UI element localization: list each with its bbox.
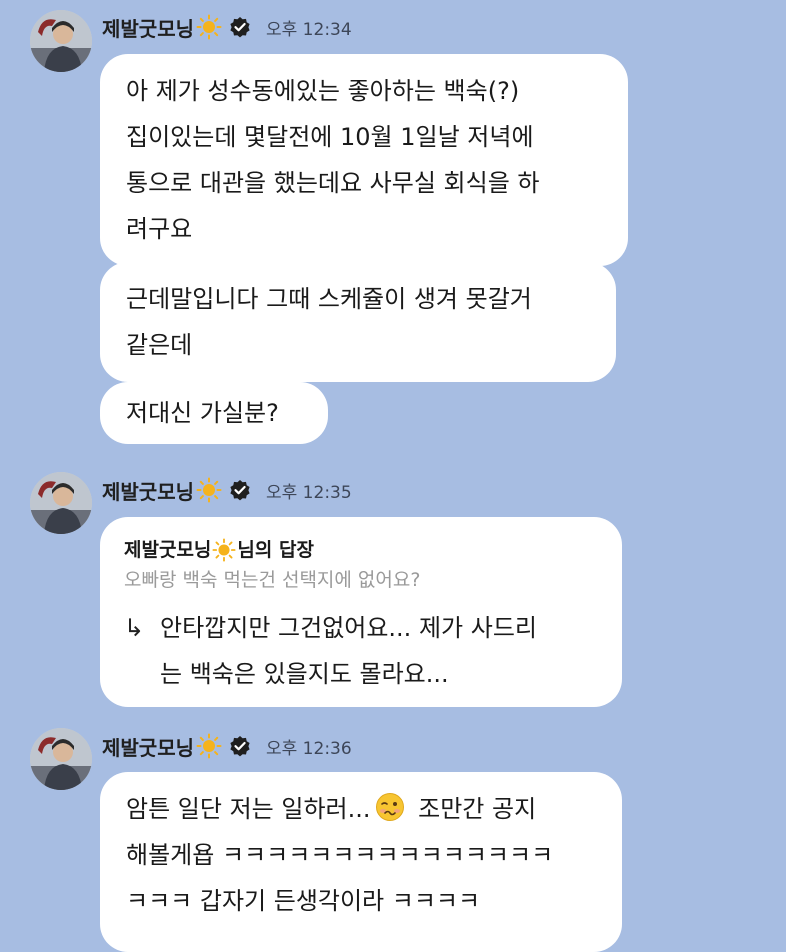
- profile-photo-icon: [30, 728, 92, 790]
- message-text-line: 안타깝지만 그건없어요... 제가 사드리: [160, 614, 537, 642]
- message-header: 제발굿모닝 오후 12:34: [102, 12, 352, 42]
- message-text-line: 려구요: [126, 215, 193, 243]
- message-text-segment: 암튼 일단 저는 일하러...: [126, 795, 371, 823]
- message-header: 제발굿모닝 오후 12:36: [102, 731, 352, 761]
- message-time: 오후 12:34: [266, 19, 352, 40]
- profile-photo-icon: [30, 472, 92, 534]
- sender-name[interactable]: 제발굿모닝: [102, 13, 194, 42]
- avatar[interactable]: [30, 10, 92, 72]
- message-bubble[interactable]: 아 제가 성수동에있는 좋아하는 백숙(?) 집이있는데 몇달전에 10월 1일…: [100, 54, 628, 266]
- message-text-line: 아 제가 성수동에있는 좋아하는 백숙(?): [126, 77, 520, 105]
- message-text-line: 집이있는데 몇달전에 10월 1일날 저녁에: [126, 123, 534, 151]
- message-bubble[interactable]: 근데말입니다 그때 스케쥴이 생겨 못갈거 같은데: [100, 262, 616, 382]
- sun-icon: [196, 733, 222, 759]
- message-time: 오후 12:36: [266, 738, 352, 759]
- message-text-line: 암튼 일단 저는 일하러... 조만간 공지: [126, 786, 596, 832]
- message-bubble[interactable]: 암튼 일단 저는 일하러... 조만간 공지 해볼게욥 ㅋㅋㅋㅋㅋㅋㅋㅋㅋㅋㅋㅋ…: [100, 772, 622, 952]
- reply-arrow-icon: ↳: [124, 614, 145, 642]
- verified-icon: [228, 734, 252, 758]
- reply-suffix: 님의 답장: [237, 539, 314, 561]
- reply-header: 제발굿모닝 님의 답장: [124, 535, 598, 565]
- reply-quoted-text[interactable]: 오빠랑 백숙 먹는건 선택지에 없어요?: [124, 565, 598, 595]
- reply-bubble[interactable]: 제발굿모닝 님의 답장 오빠랑 백숙 먹는건 선택지에 없어요? ↳ 안타깝지만…: [100, 517, 622, 707]
- message-text-line: 는 백숙은 있을지도 몰라요...: [160, 660, 449, 688]
- sender-name[interactable]: 제발굿모닝: [102, 476, 194, 505]
- message-text-line: 저대신 가실분?: [126, 399, 279, 427]
- message-text-line: 같은데: [126, 331, 193, 359]
- reply-body: ↳ 안타깝지만 그건없어요... 제가 사드리 는 백숙은 있을지도 몰라요..…: [124, 605, 598, 697]
- profile-photo-icon: [30, 10, 92, 72]
- woozy-face-icon: [375, 792, 405, 822]
- verified-icon: [228, 478, 252, 502]
- sun-icon: [212, 538, 236, 562]
- avatar[interactable]: [30, 728, 92, 790]
- message-text-line: 근데말입니다 그때 스케쥴이 생겨 못갈거: [126, 285, 532, 313]
- message-time: 오후 12:35: [266, 482, 352, 503]
- sender-name[interactable]: 제발굿모닝: [102, 732, 194, 761]
- reply-to-name: 제발굿모닝: [124, 539, 212, 561]
- message-text-line: 통으로 대관을 했는데요 사무실 회식을 하: [126, 169, 540, 197]
- message-bubble[interactable]: 저대신 가실분?: [100, 382, 328, 444]
- reply-text: 안타깝지만 그건없어요... 제가 사드리 는 백숙은 있을지도 몰라요...: [160, 605, 537, 697]
- sun-icon: [196, 477, 222, 503]
- verified-icon: [228, 15, 252, 39]
- message-text-line: 해볼게욥 ㅋㅋㅋㅋㅋㅋㅋㅋㅋㅋㅋㅋㅋㅋㅋ: [126, 841, 554, 869]
- avatar[interactable]: [30, 472, 92, 534]
- message-text-line: ㅋㅋㅋ 갑자기 든생각이라 ㅋㅋㅋㅋ: [126, 887, 481, 915]
- message-header: 제발굿모닝 오후 12:35: [102, 475, 352, 505]
- sun-icon: [196, 14, 222, 40]
- message-text-segment: 조만간 공지: [410, 795, 537, 823]
